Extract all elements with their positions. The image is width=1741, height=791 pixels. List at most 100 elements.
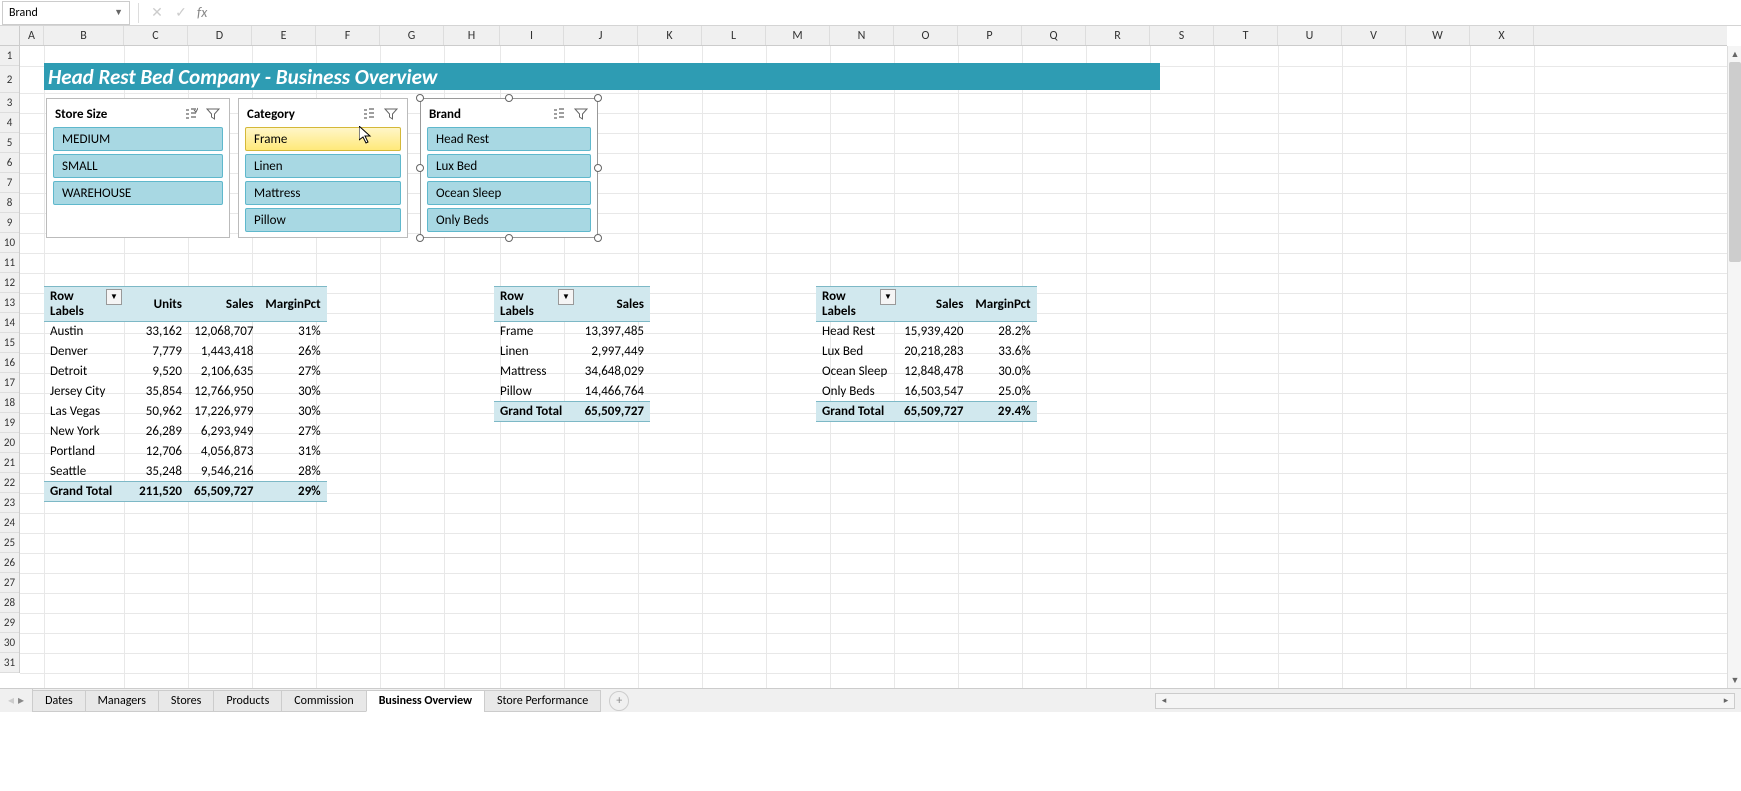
slicer-item-pillow[interactable]: Pillow xyxy=(245,208,401,232)
row-header[interactable]: 23 xyxy=(0,493,19,513)
slicer-category[interactable]: Category Frame Linen Mattress Pillow xyxy=(238,98,408,238)
resize-handle[interactable] xyxy=(594,94,602,102)
row-header[interactable]: 20 xyxy=(0,433,19,453)
pivot-cell[interactable]: 14,466,764 xyxy=(576,382,650,402)
pivot-cell[interactable]: Las Vegas xyxy=(44,402,124,422)
pivot-cell[interactable]: Only Beds xyxy=(816,382,898,402)
column-header[interactable]: A xyxy=(20,26,44,45)
row-header[interactable]: 4 xyxy=(0,113,19,133)
row-header[interactable]: 26 xyxy=(0,553,19,573)
vertical-scrollbar[interactable]: ▲ ▼ xyxy=(1727,46,1741,688)
sheet-tab[interactable]: Products xyxy=(213,690,282,712)
column-header[interactable]: B xyxy=(44,26,124,45)
pivot-cell[interactable]: 31% xyxy=(259,322,326,342)
slicer-item-ocean-sleep[interactable]: Ocean Sleep xyxy=(427,181,591,205)
scroll-down-icon[interactable]: ▼ xyxy=(1728,672,1741,688)
pivot-cell[interactable]: Portland xyxy=(44,442,124,462)
scroll-left-icon[interactable]: ◂ xyxy=(1156,694,1172,708)
pivot-cell[interactable]: 4,056,873 xyxy=(188,442,259,462)
row-header[interactable]: 5 xyxy=(0,133,19,153)
row-header[interactable]: 30 xyxy=(0,633,19,653)
column-header[interactable]: D xyxy=(188,26,252,45)
scroll-thumb[interactable] xyxy=(1729,62,1741,262)
pivot-cell[interactable]: 35,854 xyxy=(124,382,188,402)
row-header[interactable]: 11 xyxy=(0,253,19,273)
pivot-cell[interactable]: 27% xyxy=(259,422,326,442)
slicer-item-frame[interactable]: Frame xyxy=(245,127,401,151)
sheet-tab[interactable]: Dates xyxy=(32,690,86,712)
pivot-cell[interactable]: Seattle xyxy=(44,462,124,482)
pivot-cell[interactable]: 2,997,449 xyxy=(576,342,650,362)
row-header[interactable]: 12 xyxy=(0,273,19,293)
row-header[interactable]: 8 xyxy=(0,193,19,213)
slicer-item-warehouse[interactable]: WAREHOUSE xyxy=(53,181,223,205)
pivot-cell[interactable]: 12,706 xyxy=(124,442,188,462)
column-header[interactable]: G xyxy=(380,26,444,45)
pivot-cell[interactable]: 31% xyxy=(259,442,326,462)
pivot-cell[interactable]: 28% xyxy=(259,462,326,482)
slicer-item-head-rest[interactable]: Head Rest xyxy=(427,127,591,151)
resize-handle[interactable] xyxy=(505,234,513,242)
row-header[interactable]: 24 xyxy=(0,513,19,533)
formula-input[interactable] xyxy=(211,1,1741,25)
row-header[interactable]: 7 xyxy=(0,173,19,193)
column-header[interactable]: R xyxy=(1086,26,1150,45)
pivot-cell[interactable]: Denver xyxy=(44,342,124,362)
column-header[interactable]: F xyxy=(316,26,380,45)
row-header[interactable]: 22 xyxy=(0,473,19,493)
resize-handle[interactable] xyxy=(594,234,602,242)
pivot-header-row-labels[interactable]: Row Labels▼ xyxy=(816,287,898,322)
row-header[interactable]: 16 xyxy=(0,353,19,373)
pivot-cell[interactable]: 33.6% xyxy=(969,342,1036,362)
resize-handle[interactable] xyxy=(505,94,513,102)
column-header[interactable]: W xyxy=(1406,26,1470,45)
pivot-cell[interactable]: Austin xyxy=(44,322,124,342)
filter-dropdown-icon[interactable]: ▼ xyxy=(558,289,574,305)
pivot-cell[interactable]: 7,779 xyxy=(124,342,188,362)
pivot-cell[interactable]: 17,226,979 xyxy=(188,402,259,422)
name-box[interactable]: Brand ▼ xyxy=(2,1,130,25)
sheet-tab[interactable]: Store Performance xyxy=(484,690,601,712)
pivot-cell[interactable]: 30.0% xyxy=(969,362,1036,382)
column-header[interactable]: H xyxy=(444,26,500,45)
slicer-item-small[interactable]: SMALL xyxy=(53,154,223,178)
clear-filter-icon[interactable] xyxy=(205,106,221,122)
pivot-cell[interactable]: 26% xyxy=(259,342,326,362)
pivot-cell[interactable]: 12,068,707 xyxy=(188,322,259,342)
row-header[interactable]: 29 xyxy=(0,613,19,633)
multi-select-icon[interactable] xyxy=(361,106,377,122)
pivot-cell[interactable]: Jersey City xyxy=(44,382,124,402)
row-header[interactable]: 3 xyxy=(0,93,19,113)
scroll-right-icon[interactable]: ▸ xyxy=(1718,694,1734,708)
column-header[interactable]: I xyxy=(500,26,564,45)
column-header[interactable]: L xyxy=(702,26,766,45)
pivot-cell[interactable]: 28.2% xyxy=(969,322,1036,342)
pivot-header-row-labels[interactable]: Row Labels▼ xyxy=(44,287,124,322)
column-header[interactable]: V xyxy=(1342,26,1406,45)
row-header[interactable]: 13 xyxy=(0,293,19,313)
sheet-tab[interactable]: Commission xyxy=(281,690,366,712)
clear-filter-icon[interactable] xyxy=(383,106,399,122)
column-header[interactable]: Q xyxy=(1022,26,1086,45)
pivot-cell[interactable]: 16,503,547 xyxy=(898,382,969,402)
sheet-tab[interactable]: Business Overview xyxy=(366,690,485,712)
resize-handle[interactable] xyxy=(416,164,424,172)
pivot-cell[interactable]: 1,443,418 xyxy=(188,342,259,362)
resize-handle[interactable] xyxy=(416,94,424,102)
column-header[interactable]: N xyxy=(830,26,894,45)
row-header[interactable]: 28 xyxy=(0,593,19,613)
slicer-store-size[interactable]: Store Size MEDIUM SMALL WAREHOUSE xyxy=(46,98,230,238)
column-header[interactable]: T xyxy=(1214,26,1278,45)
pivot-cell[interactable]: 9,546,216 xyxy=(188,462,259,482)
pivot-cell[interactable]: 20,218,283 xyxy=(898,342,969,362)
row-header[interactable]: 27 xyxy=(0,573,19,593)
slicer-brand[interactable]: Brand Head Rest Lux Bed Ocean Sleep Only… xyxy=(420,98,598,238)
slicer-item-medium[interactable]: MEDIUM xyxy=(53,127,223,151)
row-header[interactable]: 17 xyxy=(0,373,19,393)
slicer-item-only-beds[interactable]: Only Beds xyxy=(427,208,591,232)
row-header[interactable]: 15 xyxy=(0,333,19,353)
pivot-cell[interactable]: Head Rest xyxy=(816,322,898,342)
pivot-cell[interactable]: Lux Bed xyxy=(816,342,898,362)
filter-dropdown-icon[interactable]: ▼ xyxy=(880,289,896,305)
pivot-cell[interactable]: 30% xyxy=(259,382,326,402)
